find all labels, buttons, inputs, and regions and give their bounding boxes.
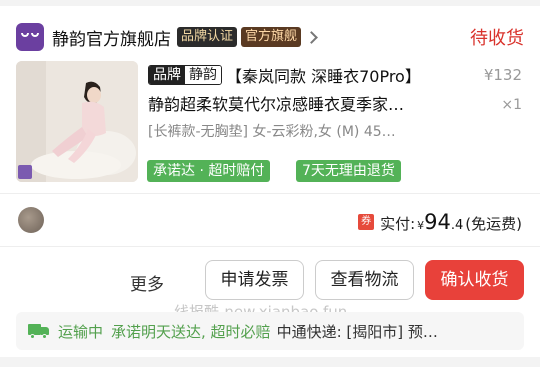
avatar[interactable] — [18, 207, 44, 233]
product-price: ¥132 — [483, 66, 522, 84]
paid-label: 实付: — [380, 215, 416, 233]
store-name[interactable]: 静韵官方旗舰店 — [52, 25, 171, 50]
paid-amount-decimal: .4 — [450, 218, 464, 233]
view-logistics-button[interactable]: 查看物流 — [315, 260, 414, 300]
bottom-separator — [0, 357, 540, 367]
confirm-receipt-button[interactable]: 确认收货 — [425, 260, 524, 300]
request-invoice-button[interactable]: 申请发票 — [205, 260, 304, 300]
flagship-badge: 官方旗舰 — [241, 27, 302, 47]
more-button[interactable]: 更多 — [130, 270, 164, 295]
brand-tag: 品牌 静韵 — [148, 65, 222, 85]
store-header[interactable]: 静韵官方旗舰店 品牌认证 官方旗舰 — [16, 22, 526, 52]
paid-amount-integer: 94 — [424, 210, 451, 234]
shipping-info: 中通快递: [揭阳市] 预… — [276, 322, 438, 341]
shipping-status: 运输中 — [58, 322, 104, 341]
top-separator — [0, 0, 540, 6]
chevron-right-icon[interactable] — [305, 30, 318, 44]
payment-summary: 券 实付: ¥ 94 .4 (免运费) — [358, 210, 522, 234]
freight-note: (免运费) — [465, 215, 522, 233]
brand-tag-left: 品牌 — [149, 66, 185, 84]
truck-icon — [28, 323, 50, 339]
product-sku: [长裤款-无胸垫] 女-云彩粉,女 (M) 45… — [148, 124, 396, 140]
shipping-promise: 承诺明天送达, 超时必赔 — [111, 322, 271, 341]
product-quantity: ×1 — [501, 97, 522, 113]
currency-symbol: ¥ — [417, 219, 425, 232]
store-logo-icon[interactable] — [16, 23, 44, 51]
brand-tag-right: 静韵 — [185, 66, 221, 84]
product-title-line2[interactable]: 静韵超柔软莫代尔凉感睡衣夏季家… — [148, 91, 404, 115]
divider — [0, 193, 540, 194]
product-title-line1[interactable]: 品牌 静韵 【秦岚同款 深睡衣70Pro】 — [148, 63, 421, 87]
order-status: 待收货 — [470, 28, 524, 49]
service-tag-return: 7天无理由退货 — [296, 160, 401, 182]
brand-cert-badge: 品牌认证 — [177, 27, 238, 47]
shipping-status-bar[interactable]: 运输中 承诺明天送达, 超时必赔 中通快递: [揭阳市] 预… — [16, 312, 524, 350]
service-tag-delivery: 承诺达 · 超时赔付 — [147, 160, 271, 182]
coupon-icon: 券 — [358, 214, 375, 230]
divider — [0, 246, 540, 247]
product-title-text: 【秦岚同款 深睡衣70Pro】 — [226, 67, 421, 86]
product-image[interactable] — [16, 61, 138, 182]
